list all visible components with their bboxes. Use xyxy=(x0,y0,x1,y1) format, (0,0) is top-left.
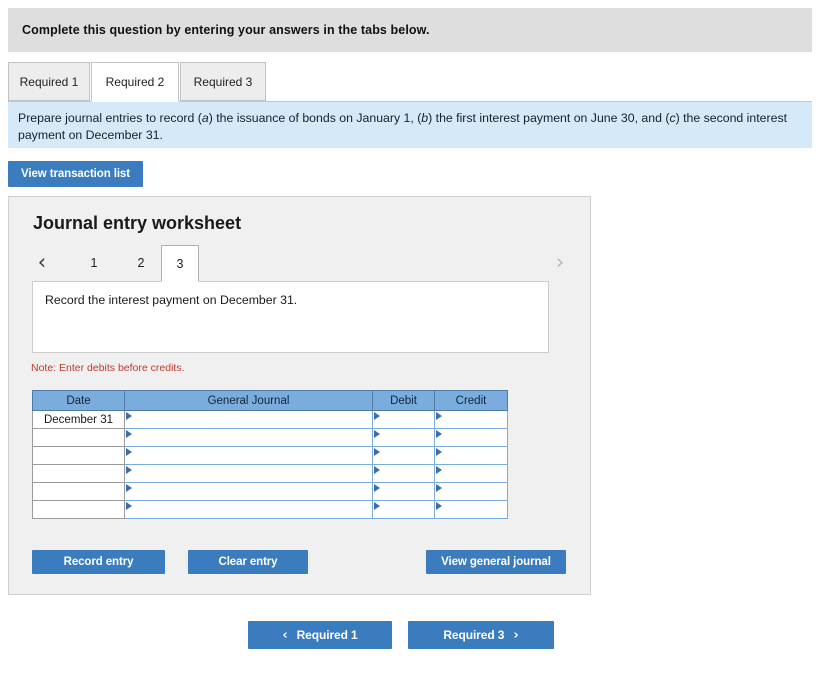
dropdown-marker-icon xyxy=(126,484,132,492)
journal-entry-worksheet-panel: Journal entry worksheet ‹ 1 2 3 › Record… xyxy=(8,196,591,595)
worksheet-title: Journal entry worksheet xyxy=(33,213,242,233)
table-row: December 31 xyxy=(32,410,508,429)
cell-general-journal[interactable] xyxy=(124,500,373,519)
chevron-left-icon[interactable]: ‹ xyxy=(31,247,53,277)
worksheet-page-1[interactable]: 1 xyxy=(75,245,113,281)
dropdown-marker-icon xyxy=(374,412,380,420)
chevron-right-icon: › xyxy=(513,627,519,643)
clear-entry-button[interactable]: Clear entry xyxy=(188,550,308,574)
dropdown-marker-icon xyxy=(436,484,442,492)
table-row xyxy=(32,446,508,465)
cell-debit[interactable] xyxy=(372,482,435,501)
dropdown-marker-icon xyxy=(436,412,442,420)
cell-date[interactable] xyxy=(32,500,125,519)
cell-date[interactable] xyxy=(32,446,125,465)
debits-before-credits-note: Note: Enter debits before credits. xyxy=(31,362,185,374)
cell-debit[interactable] xyxy=(372,446,435,465)
cell-general-journal[interactable] xyxy=(124,482,373,501)
instruction-banner-text: Complete this question by entering your … xyxy=(22,23,430,37)
tab-required-3-label: Required 3 xyxy=(193,74,253,89)
tab-required-1-label: Required 1 xyxy=(19,74,79,89)
cell-general-journal[interactable] xyxy=(124,428,373,447)
table-row xyxy=(32,482,508,501)
record-entry-button[interactable]: Record entry xyxy=(32,550,165,574)
cell-date[interactable] xyxy=(32,428,125,447)
column-header-debit: Debit xyxy=(372,390,435,411)
dropdown-marker-icon xyxy=(126,502,132,510)
tab-required-2-label: Required 2 xyxy=(105,75,165,89)
cell-general-journal[interactable] xyxy=(124,446,373,465)
column-header-general-journal: General Journal xyxy=(124,390,373,411)
chevron-left-icon: ‹ xyxy=(282,627,288,643)
nav-next-label: Required 3 xyxy=(443,628,505,642)
worksheet-page-3[interactable]: 3 xyxy=(161,245,199,282)
instruction-banner: Complete this question by entering your … xyxy=(8,8,812,52)
view-general-journal-button[interactable]: View general journal xyxy=(426,550,566,574)
worksheet-description: Record the interest payment on December … xyxy=(32,281,549,353)
cell-credit[interactable] xyxy=(434,410,508,429)
tab-required-3[interactable]: Required 3 xyxy=(180,62,266,101)
dropdown-marker-icon xyxy=(436,430,442,438)
prompt-part-2: ) the issuance of bonds on January 1, ( xyxy=(208,111,422,125)
cell-credit[interactable] xyxy=(434,428,508,447)
journal-entry-table: Date General Journal Debit Credit Decemb… xyxy=(32,390,508,519)
prompt-part-3: ) the first interest payment on June 30,… xyxy=(428,111,670,125)
cell-debit[interactable] xyxy=(372,464,435,483)
cell-credit[interactable] xyxy=(434,446,508,465)
cell-credit[interactable] xyxy=(434,482,508,501)
dropdown-marker-icon xyxy=(374,502,380,510)
view-transaction-list-button[interactable]: View transaction list xyxy=(8,161,143,187)
dropdown-marker-icon xyxy=(374,430,380,438)
dropdown-marker-icon xyxy=(374,466,380,474)
column-header-credit: Credit xyxy=(434,390,508,411)
dropdown-marker-icon xyxy=(436,502,442,510)
cell-date[interactable] xyxy=(32,482,125,501)
nav-previous-required-1-button[interactable]: ‹ Required 1 xyxy=(248,621,392,649)
dropdown-marker-icon xyxy=(126,448,132,456)
cell-general-journal[interactable] xyxy=(124,410,373,429)
question-prompt: Prepare journal entries to record (a) th… xyxy=(8,102,812,148)
cell-general-journal[interactable] xyxy=(124,464,373,483)
cell-date[interactable] xyxy=(32,464,125,483)
worksheet-pager: ‹ 1 2 3 › xyxy=(31,245,571,282)
required-tabs: Required 1 Required 2 Required 3 xyxy=(8,62,812,102)
dropdown-marker-icon xyxy=(126,430,132,438)
table-header-row: Date General Journal Debit Credit xyxy=(32,390,508,411)
dropdown-marker-icon xyxy=(374,448,380,456)
table-row xyxy=(32,428,508,447)
worksheet-page-2[interactable]: 2 xyxy=(122,245,160,281)
dropdown-marker-icon xyxy=(436,466,442,474)
cell-debit[interactable] xyxy=(372,500,435,519)
cell-date[interactable]: December 31 xyxy=(32,410,125,429)
table-row xyxy=(32,464,508,483)
prompt-label-a: a xyxy=(201,111,209,125)
nav-previous-label: Required 1 xyxy=(296,628,358,642)
cell-credit[interactable] xyxy=(434,464,508,483)
prompt-part-1: Prepare journal entries to record ( xyxy=(18,111,202,125)
cell-credit[interactable] xyxy=(434,500,508,519)
cell-debit[interactable] xyxy=(372,410,435,429)
tab-required-1[interactable]: Required 1 xyxy=(8,62,90,101)
dropdown-marker-icon xyxy=(436,448,442,456)
tab-required-2[interactable]: Required 2 xyxy=(91,62,179,102)
column-header-date: Date xyxy=(32,390,125,411)
nav-next-required-3-button[interactable]: Required 3 › xyxy=(408,621,554,649)
dropdown-marker-icon xyxy=(126,412,132,420)
chevron-right-icon[interactable]: › xyxy=(549,247,571,277)
dropdown-marker-icon xyxy=(374,484,380,492)
table-row xyxy=(32,500,508,519)
dropdown-marker-icon xyxy=(126,466,132,474)
cell-debit[interactable] xyxy=(372,428,435,447)
